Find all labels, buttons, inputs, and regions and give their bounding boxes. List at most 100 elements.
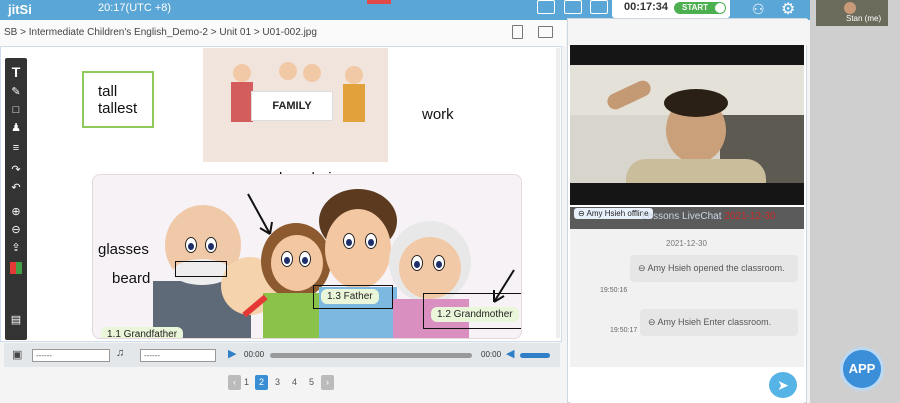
square-icon[interactable]: □ (5, 102, 27, 118)
playlist-icon[interactable]: ♫ (116, 347, 124, 359)
figure (345, 66, 363, 84)
figure-body (231, 82, 253, 122)
breadcrumb-bar: SB > Intermediate Children's English_Dem… (0, 20, 566, 46)
media-bar: ▣ ------ ♫ ------ ▶ 00:00 00:00 ◀ (4, 343, 560, 367)
teacher-video (570, 45, 804, 205)
arrow-annotation (493, 269, 515, 303)
message-day: 2021-12-30 (666, 239, 707, 248)
teacher-hair (664, 89, 728, 117)
start-toggle[interactable]: START (674, 2, 726, 14)
toggle-knob (715, 3, 725, 13)
eye (433, 255, 445, 271)
media-progress[interactable] (270, 353, 472, 358)
chat-messages[interactable]: 2021-12-30 19:50:16 ⊖ Amy Hsieh opened t… (570, 229, 804, 367)
label-grandfather: 1.1 Grandfather (101, 327, 184, 338)
stamp-icon[interactable]: ♟ (5, 120, 27, 136)
top-bar: jitSi 20:17(UTC +8) 00:17:34 START ⚇ ⚙ (0, 0, 810, 20)
pupil (188, 243, 194, 250)
avatar (844, 2, 856, 14)
participants-strip (810, 0, 900, 403)
page-icon[interactable] (512, 25, 523, 39)
pupil (368, 239, 374, 246)
pupil (284, 257, 290, 264)
label-grandmother: 1.2 Grandmother (431, 307, 519, 322)
subtitle-icon[interactable]: ▤ (5, 312, 27, 328)
message-time: 19:50:17 (610, 327, 638, 334)
vocab-word-tall: tall (98, 83, 118, 100)
figure-body (343, 84, 365, 122)
pupil (302, 257, 308, 264)
timer-panel: 00:17:34 START (612, 0, 730, 18)
image-icon[interactable] (538, 26, 553, 38)
page-5[interactable]: 5 (305, 375, 318, 390)
grandmother-face (399, 237, 461, 299)
page-2[interactable]: 2 (255, 375, 268, 390)
chat-message: ⊖ Amy Hsieh Enter classroom. (640, 309, 798, 336)
palette-icon[interactable] (10, 262, 22, 274)
text-tool-icon[interactable]: T (5, 64, 27, 80)
play-icon[interactable]: ▶ (228, 347, 236, 360)
lines-icon[interactable]: ≡ (5, 140, 27, 156)
next-page-button[interactable]: › (321, 375, 334, 390)
eye (411, 255, 423, 271)
chat-title: Lessons LiveChat 2021-12-30 (642, 211, 775, 222)
eye (365, 233, 377, 249)
app-logo: jitSi (8, 2, 32, 17)
chat-header: ⊖ Amy Hsieh offline Lessons LiveChat 202… (570, 207, 804, 229)
pen-icon[interactable]: ✎ (5, 84, 27, 100)
eye (299, 251, 311, 267)
page-3[interactable]: 3 (271, 375, 284, 390)
zoom-in-icon[interactable]: ⊕ (5, 204, 27, 220)
gear-icon[interactable]: ⚙ (781, 0, 795, 19)
audio-select[interactable]: ------ (32, 349, 110, 362)
side-panel: ⊖ Amy Hsieh offline Lessons LiveChat 202… (567, 18, 808, 403)
clock-display: 20:17(UTC +8) (98, 2, 172, 14)
pupil (414, 261, 420, 268)
chat-date: 2021-12-30 (724, 211, 776, 222)
beard-annotation-box (175, 261, 227, 277)
eye (281, 251, 293, 267)
family-sign: FAMILY (251, 91, 333, 121)
redo-icon[interactable]: ↷ (5, 162, 27, 178)
chat-input-row[interactable]: ➤ (570, 367, 804, 403)
word-work: work (422, 106, 454, 123)
board-scrollbar[interactable] (556, 48, 560, 338)
message-time: 19:50:16 (600, 287, 628, 294)
video-select[interactable]: ------ (140, 349, 216, 362)
figure (233, 64, 251, 82)
word-glasses: glasses (98, 241, 149, 258)
volume-icon[interactable]: ◀ (506, 347, 514, 360)
person-icon[interactable]: ⚇ (752, 1, 765, 18)
audio-icon[interactable]: ▣ (12, 348, 22, 361)
page-4[interactable]: 4 (288, 375, 301, 390)
eye (185, 237, 197, 253)
book-icon[interactable] (537, 0, 555, 14)
start-label: START (682, 3, 709, 12)
user-thumbnail[interactable]: Stan (me) (816, 0, 888, 26)
offline-tag: ⊖ Amy Hsieh offline (574, 208, 653, 219)
drawing-toolbar: T ✎ □ ♟ ≡ ↷ ↶ ⊕ ⊖ ⇪ ▤ (5, 58, 27, 340)
father-face (325, 209, 391, 289)
undo-icon[interactable]: ↶ (5, 180, 27, 196)
screen-share-icon[interactable] (590, 0, 608, 14)
panel-header (568, 19, 808, 45)
page-1[interactable]: 1 (240, 375, 253, 390)
word-beard: beard (112, 270, 151, 287)
list-icon[interactable] (564, 0, 582, 14)
figure (279, 62, 297, 80)
volume-slider[interactable] (520, 353, 550, 358)
chat-message: ⊖ Amy Hsieh opened the classroom. (630, 255, 798, 282)
class-timer: 00:17:34 (624, 1, 669, 13)
breadcrumb: SB > Intermediate Children's English_Dem… (4, 27, 317, 38)
family-scene: 1.3 Father 1.2 Grandmother 1.1 Grandfath… (92, 174, 522, 339)
send-icon[interactable]: ➤ (769, 372, 797, 398)
eye (343, 233, 355, 249)
record-indicator[interactable] (367, 0, 391, 4)
vocab-box: tall tallest (82, 71, 154, 128)
zoom-out-icon[interactable]: ⊖ (5, 222, 27, 238)
pupil (208, 243, 214, 250)
share-icon[interactable]: ⇪ (5, 240, 27, 256)
label-father: 1.3 Father (321, 289, 379, 304)
vocab-word-tallest: tallest (98, 100, 138, 117)
app-button[interactable]: APP (840, 347, 884, 391)
